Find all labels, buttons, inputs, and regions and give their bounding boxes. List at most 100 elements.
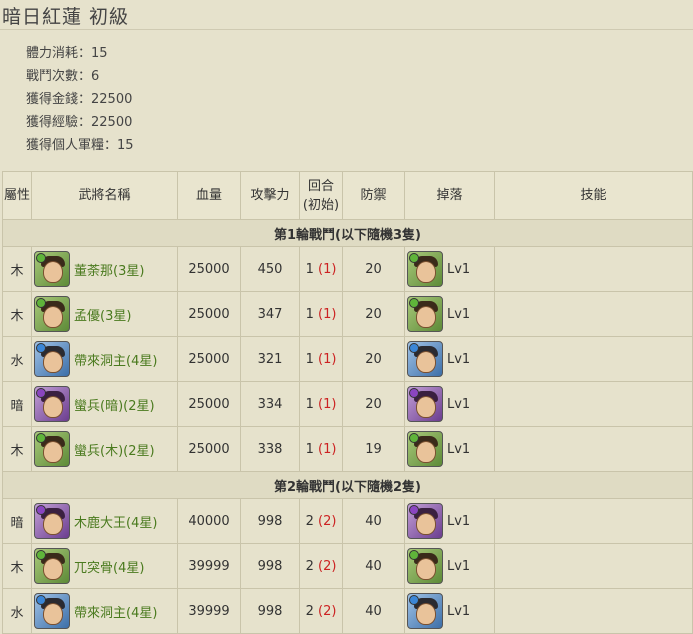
drop-level: Lv1: [447, 603, 471, 619]
drop-cell: Lv1: [404, 588, 495, 634]
col-attr: 屬性: [2, 171, 32, 220]
turn-cell: 1 (1): [299, 426, 343, 472]
portrait-face: [43, 396, 63, 418]
general-name-link[interactable]: 帶來洞主(4星): [74, 606, 157, 621]
portrait-face: [416, 513, 436, 535]
portrait-face: [43, 351, 63, 373]
skill-cell: [494, 291, 693, 337]
general-portrait-icon[interactable]: [407, 251, 443, 287]
hp-cell: 25000: [177, 336, 241, 382]
general-portrait-icon[interactable]: [34, 251, 70, 287]
element-orb-icon: [36, 550, 46, 560]
round-header: 第1輪戰鬥(以下隨機3隻): [2, 219, 693, 247]
table-header: 屬性 武將名稱 血量 攻擊力 回合 (初始) 防禦 掉落 技能: [2, 171, 693, 220]
element-orb-icon: [409, 343, 419, 353]
general-portrait-icon[interactable]: [34, 296, 70, 332]
general-portrait-icon[interactable]: [34, 386, 70, 422]
skill-cell: [494, 543, 693, 589]
general-portrait-icon[interactable]: [407, 386, 443, 422]
gold-reward: 獲得金錢：22500: [26, 92, 133, 107]
general-portrait-icon[interactable]: [34, 503, 70, 539]
col-def: 防禦: [342, 171, 405, 220]
general-portrait-icon[interactable]: [34, 431, 70, 467]
def-cell: 40: [342, 588, 405, 634]
drop-cell: Lv1: [404, 381, 495, 427]
attr-cell: 木: [2, 426, 32, 472]
turn-value: 1: [305, 306, 314, 322]
def-cell: 20: [342, 336, 405, 382]
element-orb-icon: [409, 298, 419, 308]
turn-initial: (2): [318, 603, 337, 619]
attr-cell: 水: [2, 588, 32, 634]
def-cell: 20: [342, 381, 405, 427]
turn-cell: 2 (2): [299, 588, 343, 634]
general-portrait-icon[interactable]: [407, 296, 443, 332]
general-name-link[interactable]: 帶來洞主(4星): [74, 354, 157, 369]
element-orb-icon: [409, 505, 419, 515]
general-portrait-icon[interactable]: [34, 548, 70, 584]
drop-level: Lv1: [447, 261, 471, 277]
name-cell: 帶來洞主(4星): [31, 336, 178, 382]
name-cell: 木鹿大王(4星): [31, 498, 178, 544]
general-portrait-icon[interactable]: [407, 503, 443, 539]
turn-value: 1: [305, 261, 314, 277]
turn-value: 2: [305, 558, 314, 574]
skill-cell: [494, 588, 693, 634]
element-orb-icon: [36, 388, 46, 398]
general-portrait-icon[interactable]: [407, 548, 443, 584]
col-turn: 回合 (初始): [299, 171, 343, 220]
portrait-face: [416, 441, 436, 463]
atk-cell: 321: [240, 336, 300, 382]
portrait-face: [416, 603, 436, 625]
general-portrait-icon[interactable]: [407, 593, 443, 629]
portrait-face: [416, 558, 436, 580]
element-orb-icon: [409, 253, 419, 263]
table-row: 木孟優(3星) 25000 347 1 (1) 20 Lv1: [2, 291, 693, 337]
general-portrait-icon[interactable]: [34, 341, 70, 377]
attr-cell: 暗: [2, 498, 32, 544]
atk-cell: 998: [240, 498, 300, 544]
hp-cell: 39999: [177, 588, 241, 634]
drop-cell: Lv1: [404, 426, 495, 472]
col-skill: 技能: [494, 171, 693, 220]
hp-cell: 25000: [177, 291, 241, 337]
stage-info: 體力消耗：15 戰鬥次數：6 獲得金錢：22500 獲得經驗：22500 獲得個…: [26, 44, 134, 159]
element-orb-icon: [36, 505, 46, 515]
portrait-face: [416, 396, 436, 418]
drop-cell: Lv1: [404, 336, 495, 382]
drop-cell: Lv1: [404, 498, 495, 544]
turn-cell: 1 (1): [299, 381, 343, 427]
title-divider: [0, 29, 693, 30]
portrait-face: [416, 261, 436, 283]
general-name-link[interactable]: 孟優(3星): [74, 309, 131, 324]
drop-level: Lv1: [447, 396, 471, 412]
general-portrait-icon[interactable]: [407, 431, 443, 467]
drop-level: Lv1: [447, 441, 471, 457]
attr-cell: 木: [2, 291, 32, 337]
portrait-face: [43, 603, 63, 625]
def-cell: 20: [342, 291, 405, 337]
element-orb-icon: [36, 253, 46, 263]
turn-initial: (1): [318, 441, 337, 457]
element-orb-icon: [409, 388, 419, 398]
drop-level: Lv1: [447, 558, 471, 574]
drop-cell: Lv1: [404, 543, 495, 589]
general-portrait-icon[interactable]: [34, 593, 70, 629]
general-name-link[interactable]: 董荼那(3星): [74, 264, 144, 279]
element-orb-icon: [36, 343, 46, 353]
general-portrait-icon[interactable]: [407, 341, 443, 377]
general-name-link[interactable]: 蠻兵(木)(2星): [74, 444, 155, 459]
portrait-face: [416, 351, 436, 373]
element-orb-icon: [36, 595, 46, 605]
merit-reward: 獲得個人軍糧：15: [26, 138, 134, 153]
portrait-face: [43, 306, 63, 328]
exp-reward: 獲得經驗：22500: [26, 115, 133, 130]
table-row: 木兀突骨(4星) 39999 998 2 (2) 40 Lv1: [2, 543, 693, 589]
general-name-link[interactable]: 木鹿大王(4星): [74, 516, 157, 531]
def-cell: 20: [342, 246, 405, 292]
general-name-link[interactable]: 蠻兵(暗)(2星): [74, 399, 155, 414]
col-drop: 掉落: [404, 171, 495, 220]
general-name-link[interactable]: 兀突骨(4星): [74, 561, 144, 576]
col-hp: 血量: [177, 171, 241, 220]
turn-cell: 1 (1): [299, 291, 343, 337]
